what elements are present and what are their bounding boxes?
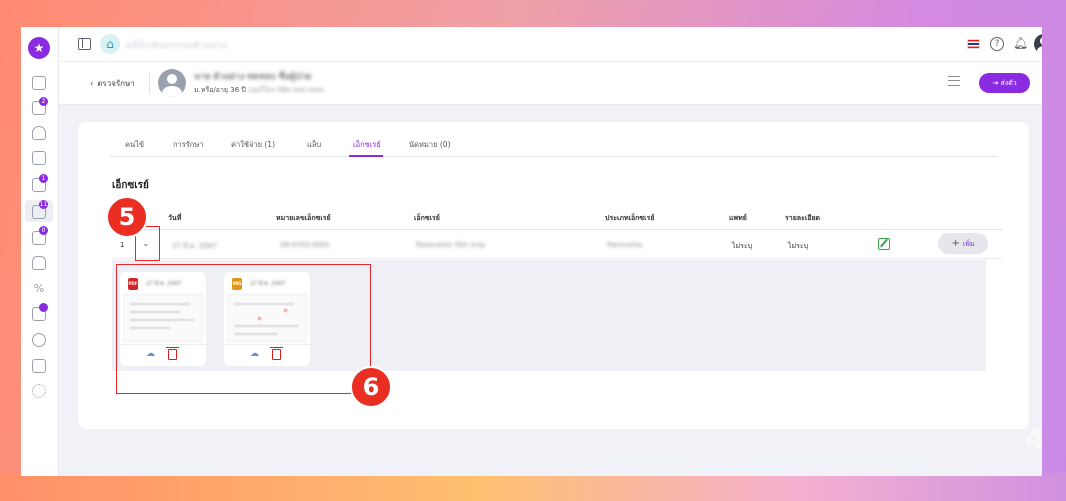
settings-gear-icon[interactable] (32, 384, 46, 398)
section-title: เอ็กซเรย์ (112, 180, 149, 191)
patient-avatar (158, 69, 186, 97)
table-header: วันที่ หมายเลขเอ็กซเรย์ เอ็กซเรย์ ประเภท… (112, 209, 1002, 230)
user-icon[interactable] (32, 126, 46, 140)
chevron-left-icon: ‹ (90, 79, 94, 88)
background-gradient (0, 473, 1066, 501)
patient-name: นาย ตัวอย่าง ทดสอบ ชื่อผู้ป่วย (194, 72, 312, 82)
app-window: ★ 2 1 11 0 % ⌂ คลินิกทันตกรรมตัวอย่าง ? … (21, 27, 1042, 476)
annotation-box-6 (116, 264, 371, 394)
tab-appointments[interactable]: นัดหมาย (0) (409, 139, 451, 151)
col-xray-number: หมายเลขเอ็กซเรย์ (276, 214, 331, 222)
tab-xray[interactable]: เอ็กซเรย์ (353, 139, 381, 151)
add-button[interactable]: + เพิ่ม (938, 233, 988, 254)
sidebar-badge: 11 (39, 200, 48, 209)
money-icon[interactable] (32, 333, 46, 347)
bell-icon[interactable]: 🔔︎ (1013, 36, 1028, 50)
sidebar: ★ 2 1 11 0 % (21, 27, 59, 476)
sidebar-dot (39, 303, 48, 312)
background-watermark: 4 (1025, 422, 1042, 455)
sidebar-badge: 2 (39, 97, 48, 106)
thai-flag-icon[interactable] (967, 39, 980, 49)
tab-expenses[interactable]: ค่าใช้จ่าย (1) (231, 139, 275, 151)
patient-sub-detail: เบอร์โทร 08x-xxx-xxxx (248, 86, 325, 94)
tooth-icon[interactable] (32, 256, 46, 270)
row-index: 1 (120, 241, 125, 249)
clinic-name: คลินิกทันตกรรมตัวอย่าง (126, 41, 228, 51)
row-xray-type: Panorama (607, 241, 643, 249)
report-chart-icon[interactable] (32, 359, 46, 373)
top-bar: ⌂ คลินิกทันตกรรมตัวอย่าง ? 🔔︎ (59, 27, 1042, 62)
annotation-number-6: 6 (350, 366, 392, 408)
hamburger-menu-icon[interactable] (948, 76, 960, 86)
row-detail: ไม่ระบุ (788, 242, 809, 250)
col-date: วันที่ (168, 214, 182, 222)
row-doctor: ไม่ระบุ (732, 242, 753, 250)
sidebar-toggle-icon[interactable] (78, 38, 91, 50)
percent-icon[interactable]: % (32, 282, 46, 296)
patient-subtitle: ม.หรือ/อายุ 36 ปี เบอร์โทร 08x-xxx-xxxx (194, 85, 324, 96)
tab-treatment[interactable]: การรักษา (173, 139, 204, 151)
edit-icon[interactable] (878, 238, 890, 250)
row-xray-name: Panoramic film xray (416, 241, 486, 249)
row-xray-number: XR-0703-0001 (280, 241, 331, 249)
patient-sub-prefix: ม.หรือ/อายุ 36 ปี (194, 86, 246, 94)
active-tab-underline (349, 155, 383, 157)
col-xray: เอ็กซเรย์ (414, 214, 440, 222)
col-detail: รายละเอียด (785, 214, 821, 222)
send-label: ส่งตัว (1000, 79, 1017, 87)
document-icon[interactable] (32, 151, 46, 165)
divider (149, 72, 150, 94)
add-label: เพิ่ม (962, 240, 975, 248)
home-icon[interactable] (32, 76, 46, 90)
table-row[interactable]: 1 ⌄ 27 มี.ค. 2567 XR-0703-0001 Panoramic… (112, 231, 1002, 259)
app-logo-star-icon[interactable]: ★ (28, 37, 50, 59)
col-xray-type: ประเภทเอ็กซเรย์ (605, 214, 655, 222)
sidebar-badge: 1 (39, 174, 48, 183)
clinic-home-icon[interactable]: ⌂ (100, 34, 120, 54)
plus-icon: + (951, 238, 960, 249)
back-label: ตรวจรักษา (97, 79, 135, 88)
user-avatar[interactable] (1034, 34, 1042, 54)
patient-header: ‹ ตรวจรักษา นาย ตัวอย่าง ทดสอบ ชื่อผู้ป่ว… (59, 62, 1042, 105)
row-date: 27 มี.ค. 2567 (172, 242, 217, 250)
help-icon[interactable]: ? (990, 37, 1004, 51)
col-doctor: แพทย์ (729, 214, 747, 222)
send-patient-button[interactable]: ⇥ ส่งตัว (979, 73, 1030, 93)
sidebar-badge: 0 (39, 226, 48, 235)
tab-patient[interactable]: คนไข้ (125, 139, 144, 151)
annotation-number-5: 5 (106, 196, 148, 238)
tab-lab[interactable]: แล็บ (307, 139, 321, 151)
back-link[interactable]: ‹ ตรวจรักษา (90, 77, 135, 90)
tab-bar: คนไข้ การรักษา ค่าใช้จ่าย (1) แล็บ เอ็กซ… (109, 134, 998, 157)
